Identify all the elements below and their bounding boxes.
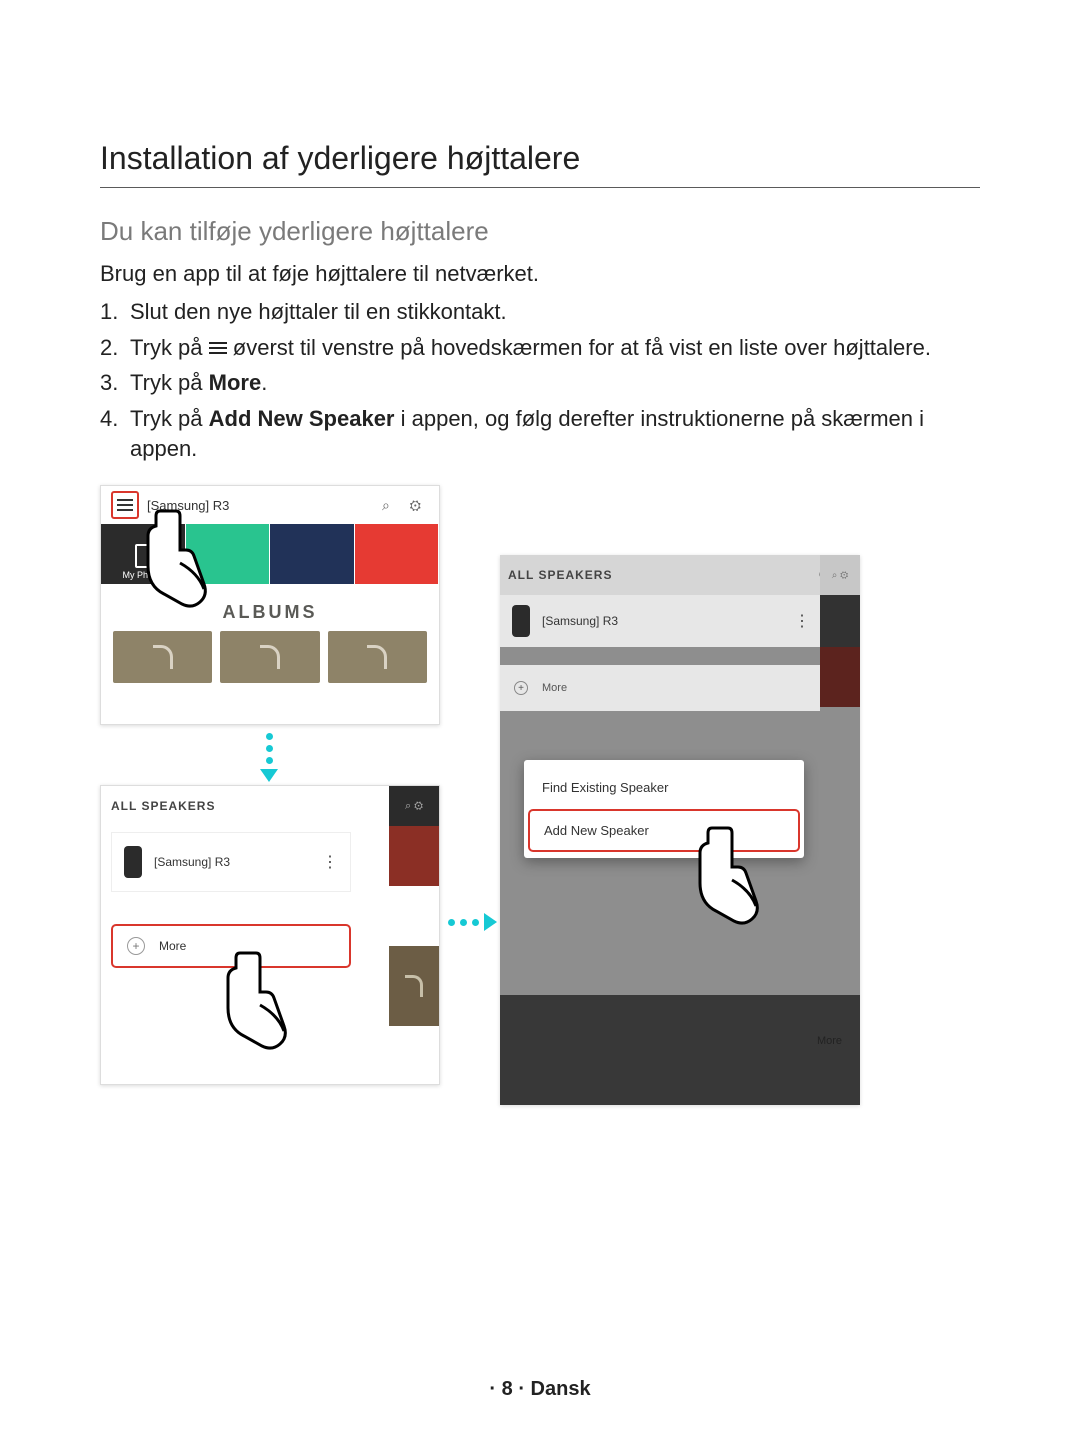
step-2-pre: Tryk på (130, 335, 209, 360)
more-row[interactable]: + More (500, 665, 820, 711)
step-4-pre: Tryk på (130, 406, 209, 431)
note-icon (260, 645, 280, 669)
tile-myphone-label: My Phone (122, 570, 163, 580)
more-button[interactable]: + More (111, 924, 351, 968)
diagram-area: [Samsung] R3 ⌕ ⚙ My Phone ALBUMS ⌕ ⚙ (100, 485, 980, 1165)
album-thumb[interactable] (113, 631, 212, 683)
tile-navy[interactable] (270, 524, 355, 584)
note-icon (367, 645, 387, 669)
album-thumb[interactable] (220, 631, 319, 683)
tile-myphone[interactable]: My Phone (101, 524, 186, 584)
speaker-icon (124, 846, 142, 878)
tile-green[interactable] (186, 524, 271, 584)
arrow-right-icon (448, 913, 497, 931)
kebab-icon[interactable]: ⋮ (794, 611, 820, 631)
speaker-row[interactable]: [Samsung] R3 ⋮ (500, 595, 820, 647)
page-footer: · 8 · Dansk (0, 1378, 1080, 1401)
app-title: [Samsung] R3 (139, 498, 382, 513)
step-3-pre: Tryk på (130, 370, 209, 395)
kebab-icon[interactable]: ⋮ (322, 852, 350, 872)
arrow-down-icon (260, 733, 278, 782)
plus-icon: + (514, 681, 528, 695)
plus-icon: + (127, 937, 145, 955)
more-label: More (159, 939, 186, 953)
phone-icon (135, 544, 151, 568)
bottom-more-label: More (817, 1035, 842, 1047)
find-existing-option[interactable]: Find Existing Speaker (524, 766, 804, 809)
speaker-popup: Find Existing Speaker Add New Speaker (524, 760, 804, 858)
tile-red[interactable] (355, 524, 440, 584)
step-4: Tryk på Add New Speaker i appen, og følg… (100, 404, 980, 463)
section-heading: Installation af yderligere højttalere (100, 140, 980, 188)
steps-list: Slut den nye højttaler til en stikkontak… (100, 297, 980, 463)
menu-icon (209, 339, 227, 357)
screenshot-popup: ⌕ ⚙ ALL SPEAKERS Close [Samsung] R3 ⋮ + … (500, 555, 860, 1105)
add-new-speaker-option[interactable]: Add New Speaker (528, 809, 800, 852)
step-4-add: Add New Speaker (209, 406, 395, 431)
search-settings-icons[interactable]: ⌕ ⚙ (382, 497, 429, 514)
step-2: Tryk på øverst til venstre på hovedskærm… (100, 333, 980, 363)
sub-heading: Du kan tilføje yderligere højttalere (100, 216, 980, 247)
screenshot-speakerlist: ⌕ ⚙ ALL SPEAKERS Close [Samsung] R3 ⋮ + … (100, 785, 440, 1085)
panel3-header: ALL SPEAKERS (508, 568, 819, 582)
more-label: More (542, 682, 567, 694)
screenshot-albums: [Samsung] R3 ⌕ ⚙ My Phone ALBUMS (100, 485, 440, 725)
speaker-name: [Samsung] R3 (542, 614, 794, 628)
intro-text: Brug en app til at føje højttalere til n… (100, 261, 980, 287)
speaker-icon (512, 605, 530, 637)
step-2-post: øverst til venstre på hovedskærmen for a… (233, 335, 931, 360)
hamburger-icon[interactable] (111, 491, 139, 519)
speaker-name: [Samsung] R3 (154, 855, 322, 869)
step-3-post: . (261, 370, 267, 395)
panel2-header: ALL SPEAKERS (111, 799, 396, 813)
albums-label: ALBUMS (101, 584, 439, 631)
step-3: Tryk på More. (100, 368, 980, 398)
step-3-more: More (209, 370, 262, 395)
speaker-row[interactable]: [Samsung] R3 ⋮ (111, 832, 351, 892)
note-icon (153, 645, 173, 669)
album-thumb[interactable] (328, 631, 427, 683)
step-1: Slut den nye højttaler til en stikkontak… (100, 297, 980, 327)
